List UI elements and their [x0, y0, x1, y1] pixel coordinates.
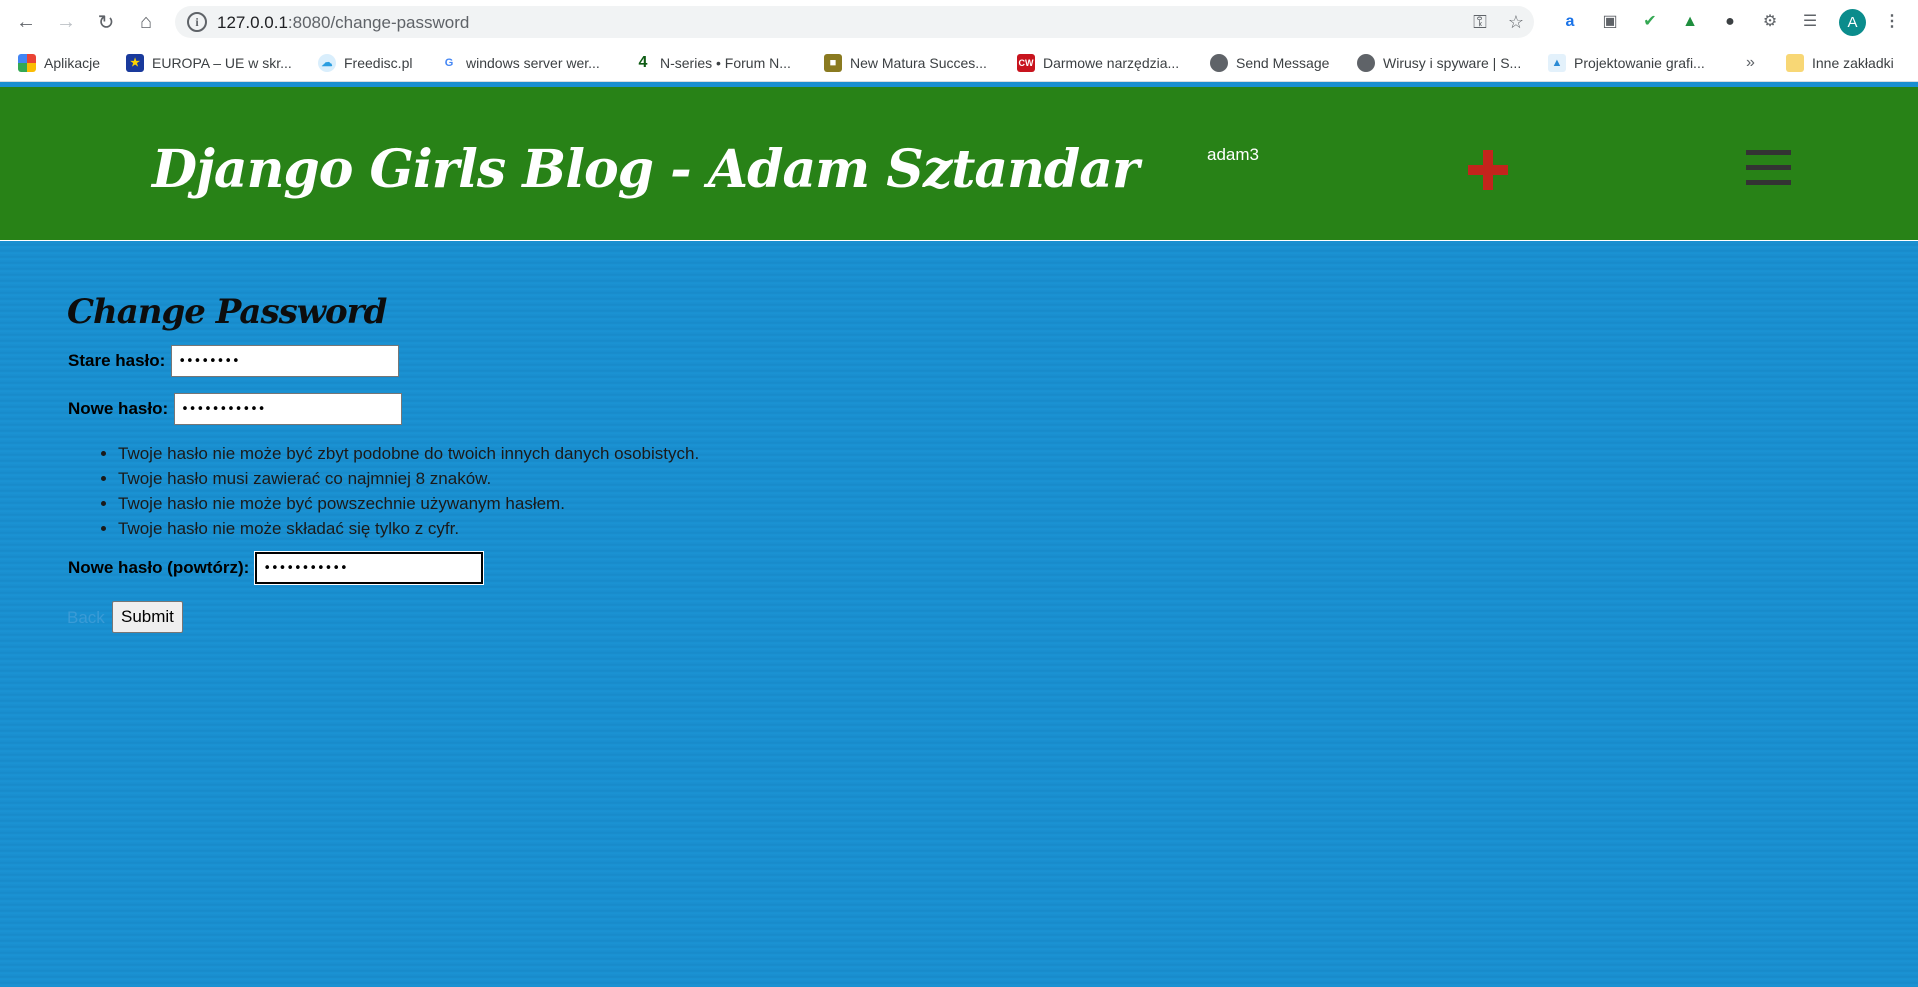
- confirm-password-label: Nowe hasło (powtórz):: [68, 558, 250, 577]
- bookmark-item[interactable]: 4 N-series • Forum N...: [634, 53, 791, 73]
- four-logo-icon: 4: [634, 54, 652, 72]
- bookmark-item[interactable]: Send Message: [1210, 53, 1329, 73]
- kebab-menu-icon[interactable]: ⋮: [1880, 10, 1904, 34]
- bookmark-item[interactable]: ★ EUROPA – UE w skr...: [126, 53, 292, 73]
- bookmark-label: Freedisc.pl: [344, 55, 413, 71]
- bookmark-label: EUROPA – UE w skr...: [152, 55, 292, 71]
- key-icon[interactable]: ⚿: [1469, 11, 1491, 33]
- puzzle-extensions-icon[interactable]: ⚙: [1758, 10, 1782, 34]
- reading-list-icon[interactable]: ☰: [1798, 10, 1822, 34]
- address-bar[interactable]: i 127.0.0.1:8080/change-password ⚿ ☆: [175, 6, 1534, 38]
- bookmark-label: Aplikacje: [44, 55, 101, 71]
- green-extension-icon[interactable]: ▲: [1678, 10, 1702, 34]
- bookmark-label: New Matura Succes...: [850, 55, 987, 71]
- profile-avatar[interactable]: A: [1839, 9, 1866, 36]
- bookmark-label: Send Message: [1236, 55, 1330, 71]
- bookmark-item[interactable]: Gwindows server wer...: [440, 53, 600, 73]
- old-password-label: Stare hasło:: [68, 351, 166, 370]
- back-link[interactable]: Back: [67, 608, 105, 628]
- old-password-row: Stare hasło: ••••••••: [68, 345, 400, 377]
- list-item: Twoje hasło musi zawierać co najmniej 8 …: [118, 466, 699, 491]
- new-password-field[interactable]: •••••••••••: [174, 393, 403, 425]
- check-extension-icon[interactable]: ✔: [1638, 10, 1662, 34]
- bookmark-item[interactable]: ■ New Matura Succes...: [824, 53, 987, 73]
- cloud-icon: ☁: [318, 54, 336, 72]
- star-icon[interactable]: ☆: [1505, 11, 1527, 33]
- screenshot-extension-icon[interactable]: ▣: [1598, 10, 1622, 34]
- apps-grid-icon: [18, 54, 36, 72]
- translate-extension-icon[interactable]: a: [1558, 10, 1582, 34]
- list-item: Twoje hasło nie może być powszechnie uży…: [118, 491, 699, 516]
- browser-toolbar: ← → ↻ ⌂ i 127.0.0.1:8080/change-password…: [0, 0, 1918, 44]
- bookmarks-bar: Aplikacje ★ EUROPA – UE w skr... ☁ Freedis…: [0, 44, 1918, 82]
- bookmark-item[interactable]: ▲ Projektowanie grafi...: [1548, 53, 1705, 73]
- bookmark-label: Projektowanie grafi...: [1574, 55, 1705, 71]
- dots-extension-icon[interactable]: ●: [1718, 10, 1742, 34]
- folder-icon: [1786, 54, 1804, 72]
- back-arrow-icon[interactable]: ←: [12, 8, 40, 36]
- hamburger-menu-icon[interactable]: [1746, 150, 1791, 186]
- site-title-link[interactable]: Django Girls Blog - Adam Sztandar: [152, 139, 1139, 200]
- globe-icon: [1210, 54, 1228, 72]
- add-post-plus-icon[interactable]: [1468, 150, 1508, 190]
- bookmark-label: N-series • Forum N...: [660, 55, 791, 71]
- reload-icon[interactable]: ↻: [92, 8, 120, 36]
- matura-icon: ■: [824, 54, 842, 72]
- new-password-label: Nowe hasło:: [68, 399, 169, 418]
- design-icon: ▲: [1548, 54, 1566, 72]
- url-text[interactable]: 127.0.0.1:8080/change-password: [217, 13, 469, 33]
- forward-arrow-icon[interactable]: →: [52, 8, 80, 36]
- site-header: Django Girls Blog - Adam Sztandar adam3: [0, 87, 1918, 241]
- list-item: Twoje hasło nie może być zbyt podobne do…: [118, 441, 699, 466]
- bookmark-label: Inne zakładki: [1812, 55, 1894, 71]
- username-label: adam3: [1207, 145, 1259, 164]
- bookmark-item[interactable]: Aplikacje: [18, 53, 100, 73]
- google-icon: G: [440, 54, 458, 72]
- bookmark-item[interactable]: Wirusy i spyware | S...: [1357, 53, 1521, 73]
- confirm-password-row: Nowe hasło (powtórz): •••••••••••: [68, 551, 485, 585]
- password-rules-list: Twoje hasło nie może być zbyt podobne do…: [118, 441, 699, 541]
- main-content: Change Password Stare hasło: •••••••• No…: [0, 242, 1918, 987]
- confirm-password-field[interactable]: •••••••••••: [254, 551, 485, 585]
- site-info-icon[interactable]: i: [187, 12, 207, 32]
- new-password-row: Nowe hasło: •••••••••••: [68, 393, 403, 425]
- page-title: Change Password: [67, 292, 387, 332]
- bookmark-item[interactable]: CW Darmowe narzędzia...: [1017, 53, 1179, 73]
- eu-flag-icon: ★: [126, 54, 144, 72]
- globe-icon: [1357, 54, 1375, 72]
- old-password-field[interactable]: ••••••••: [171, 345, 400, 377]
- list-item: Twoje hasło nie może składać się tylko z…: [118, 516, 699, 541]
- bookmark-label: Wirusy i spyware | S...: [1383, 55, 1522, 71]
- home-icon[interactable]: ⌂: [132, 8, 160, 36]
- cw-icon: CW: [1017, 54, 1035, 72]
- bookmarks-overflow-button[interactable]: »: [1746, 53, 1755, 73]
- submit-button[interactable]: Submit: [112, 601, 183, 633]
- bookmark-label: Darmowe narzędzia...: [1043, 55, 1180, 71]
- other-bookmarks-folder[interactable]: Inne zakładki: [1786, 53, 1894, 73]
- bookmark-item[interactable]: ☁ Freedisc.pl: [318, 53, 412, 73]
- bookmark-label: windows server wer...: [466, 55, 600, 71]
